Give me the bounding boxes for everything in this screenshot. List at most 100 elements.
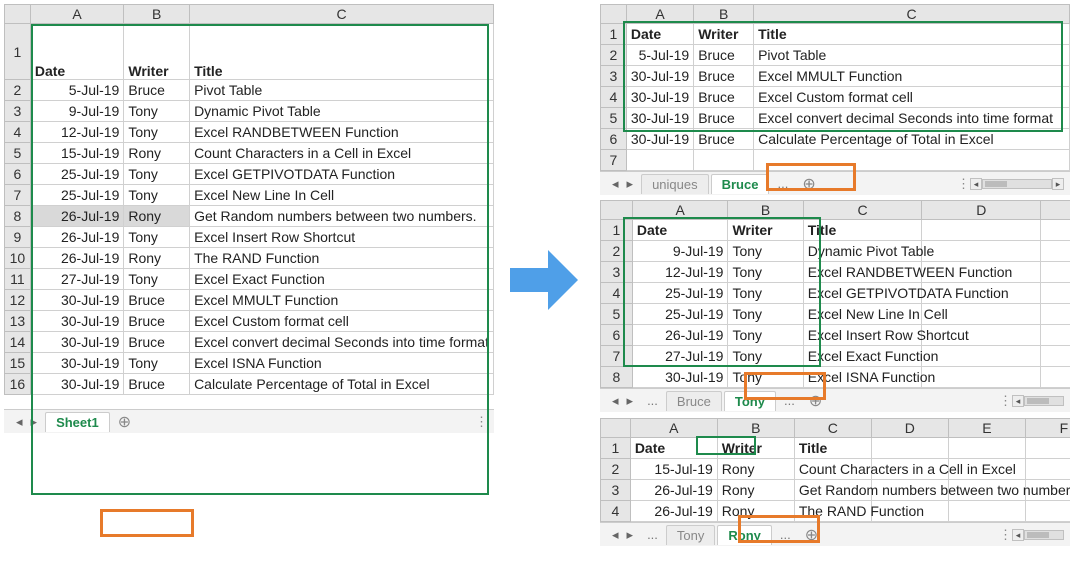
cell[interactable]: 30-Jul-19: [626, 129, 693, 150]
cell[interactable]: [1041, 304, 1070, 325]
cell[interactable]: 26-Jul-19: [630, 480, 717, 501]
row-header[interactable]: 8: [5, 206, 31, 227]
cell[interactable]: Bruce: [694, 108, 754, 129]
cell[interactable]: Rony: [124, 143, 190, 164]
cell[interactable]: 30-Jul-19: [626, 108, 693, 129]
cell[interactable]: [1041, 346, 1070, 367]
tony-grid[interactable]: A B C D E 1DateWriterTitle 29-Jul-19Tony…: [600, 200, 1070, 388]
cell[interactable]: 12-Jul-19: [632, 262, 728, 283]
cell[interactable]: 27-Jul-19: [30, 269, 124, 290]
cell[interactable]: 30-Jul-19: [30, 290, 124, 311]
row-header[interactable]: 3: [601, 262, 633, 283]
rony-grid[interactable]: A B C D E F G 1DateWriterTitle 215-Jul-1…: [600, 418, 1070, 522]
cell[interactable]: Excel RANDBETWEEN Function: [190, 122, 494, 143]
cell[interactable]: Rony: [717, 459, 794, 480]
select-all[interactable]: [601, 419, 631, 438]
cell[interactable]: Excel Exact Function: [190, 269, 494, 290]
cell[interactable]: Date: [630, 438, 717, 459]
table-row[interactable]: 630-Jul-19BruceCalculate Percentage of T…: [601, 129, 1070, 150]
cell[interactable]: Tony: [728, 346, 803, 367]
cell[interactable]: 30-Jul-19: [30, 353, 124, 374]
cell[interactable]: [1025, 459, 1070, 480]
table-row[interactable]: 530-Jul-19BruceExcel convert decimal Sec…: [601, 108, 1070, 129]
table-row[interactable]: 1DateWriterTitle: [601, 220, 1071, 241]
cell[interactable]: Tony: [728, 325, 803, 346]
col-A[interactable]: A: [30, 5, 124, 24]
cell[interactable]: [694, 150, 754, 171]
nav-first-icon[interactable]: ◂: [610, 393, 621, 409]
cell[interactable]: Title: [794, 438, 871, 459]
row-header[interactable]: 4: [5, 122, 31, 143]
nav-first-icon[interactable]: ◂: [14, 414, 25, 430]
tabs-overflow-left-icon[interactable]: ...: [641, 391, 664, 410]
table-row[interactable]: 1 Date Writer Title: [5, 24, 494, 80]
cell[interactable]: 26-Jul-19: [30, 206, 124, 227]
tab-nav[interactable]: ◂▸: [606, 527, 639, 543]
row-header[interactable]: 1: [601, 220, 633, 241]
sheet-tabs[interactable]: ◂▸ ... Bruce Tony ... ⊕ ⋮◂: [600, 388, 1070, 412]
cell[interactable]: Title: [803, 220, 922, 241]
table-row[interactable]: 626-Jul-19TonyExcel Insert Row Shortcut: [601, 325, 1071, 346]
row-header[interactable]: 4: [601, 87, 627, 108]
row-header[interactable]: 10: [5, 248, 31, 269]
table-row[interactable]: 727-Jul-19TonyExcel Exact Function: [601, 346, 1071, 367]
table-row[interactable]: 7: [601, 150, 1070, 171]
cell[interactable]: Bruce: [694, 66, 754, 87]
cell[interactable]: Excel ISNA Function: [803, 367, 922, 388]
cell[interactable]: Pivot Table: [190, 80, 494, 101]
col-E[interactable]: E: [1041, 201, 1070, 220]
table-row[interactable]: 39-Jul-19TonyDynamic Pivot Table: [5, 101, 494, 122]
table-row[interactable]: 412-Jul-19TonyExcel RANDBETWEEN Function: [5, 122, 494, 143]
sheet-tabs[interactable]: ◂ ▸ Sheet1 ⊕ ⋮: [4, 409, 494, 433]
cell[interactable]: Count Characters in a Cell in Excel: [794, 459, 871, 480]
row-header[interactable]: 12: [5, 290, 31, 311]
row-header[interactable]: 8: [601, 367, 633, 388]
row-header[interactable]: 14: [5, 332, 31, 353]
table-row-active[interactable]: 826-Jul-19RonyGet Random numbers between…: [5, 206, 494, 227]
row-header[interactable]: 3: [601, 480, 631, 501]
cell[interactable]: 30-Jul-19: [30, 374, 124, 395]
cell[interactable]: [1025, 438, 1070, 459]
nav-first-icon[interactable]: ◂: [610, 527, 621, 543]
col-C[interactable]: C: [803, 201, 922, 220]
table-row[interactable]: 215-Jul-19RonyCount Characters in a Cell…: [601, 459, 1071, 480]
cell[interactable]: [626, 150, 693, 171]
row-header[interactable]: 5: [601, 108, 627, 129]
select-all[interactable]: [601, 5, 627, 24]
table-row[interactable]: 1630-Jul-19BruceCalculate Percentage of …: [5, 374, 494, 395]
tabs-overflow-right-icon[interactable]: ...: [774, 525, 797, 544]
cell[interactable]: Tony: [728, 304, 803, 325]
cell[interactable]: 25-Jul-19: [632, 304, 728, 325]
cell[interactable]: Excel Exact Function: [803, 346, 922, 367]
cell[interactable]: 9-Jul-19: [30, 101, 124, 122]
cell[interactable]: Excel MMULT Function: [190, 290, 494, 311]
cell[interactable]: 26-Jul-19: [632, 325, 728, 346]
cell[interactable]: 9-Jul-19: [632, 241, 728, 262]
table-row[interactable]: 515-Jul-19RonyCount Characters in a Cell…: [5, 143, 494, 164]
nav-next-icon[interactable]: ▸: [625, 393, 636, 409]
row-header[interactable]: 2: [601, 241, 633, 262]
cell[interactable]: Rony: [717, 480, 794, 501]
cell[interactable]: Tony: [124, 101, 190, 122]
table-row[interactable]: 1DateWriterTitle: [601, 438, 1071, 459]
cell[interactable]: [922, 220, 1041, 241]
cell[interactable]: 26-Jul-19: [30, 248, 124, 269]
sheet-tabs[interactable]: ◂▸ ... Tony Rony ... ⊕ ⋮◂: [600, 522, 1070, 546]
cell[interactable]: Excel MMULT Function: [754, 66, 1070, 87]
table-row[interactable]: 426-Jul-19RonyThe RAND Function: [601, 501, 1071, 522]
table-row[interactable]: 25-Jul-19BrucePivot Table: [601, 45, 1070, 66]
table-row[interactable]: 1430-Jul-19BruceExcel convert decimal Se…: [5, 332, 494, 353]
cell[interactable]: Tony: [728, 283, 803, 304]
cell[interactable]: Title: [754, 24, 1070, 45]
row-header[interactable]: 9: [5, 227, 31, 248]
row-header[interactable]: 7: [601, 150, 627, 171]
cell[interactable]: Tony: [124, 122, 190, 143]
cell[interactable]: Rony: [124, 206, 190, 227]
cell[interactable]: Rony: [717, 501, 794, 522]
table-row[interactable]: 29-Jul-19TonyDynamic Pivot Table: [601, 241, 1071, 262]
cell[interactable]: 5-Jul-19: [30, 80, 124, 101]
table-row[interactable]: 1230-Jul-19BruceExcel MMULT Function: [5, 290, 494, 311]
cell[interactable]: [871, 438, 948, 459]
tabs-overflow-icon[interactable]: ...: [771, 174, 794, 193]
cell[interactable]: 30-Jul-19: [632, 367, 728, 388]
